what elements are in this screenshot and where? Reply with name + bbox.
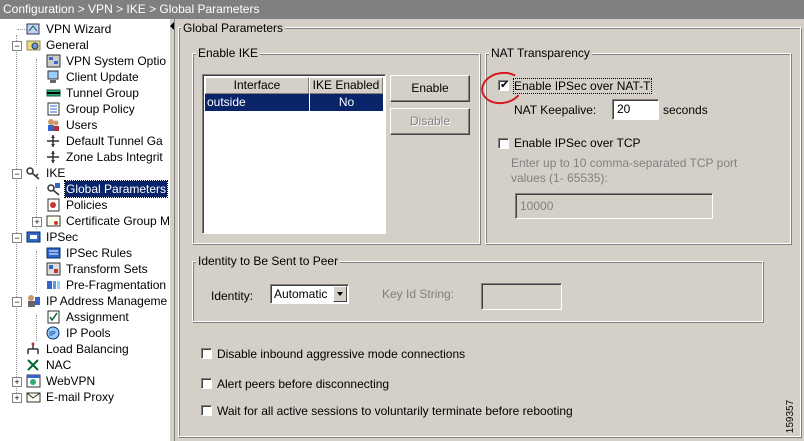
key-icon (26, 167, 40, 180)
transform-sets-icon (46, 262, 61, 276)
ipsec-over-tcp-checkbox[interactable] (498, 138, 509, 149)
disable-aggressive-mode-checkbox[interactable] (201, 348, 212, 359)
system-options-icon (46, 54, 61, 68)
disable-aggressive-mode-label[interactable]: Disable inbound aggressive mode connecti… (217, 347, 465, 361)
alert-peers-checkbox[interactable] (201, 378, 212, 389)
email-proxy-icon (26, 392, 41, 403)
wait-for-sessions-checkbox[interactable] (201, 405, 212, 416)
tunnel-group-icon (46, 89, 61, 97)
client-update-icon (47, 70, 59, 83)
svg-text:IP: IP (49, 331, 56, 338)
disable-button[interactable]: Disable (390, 108, 470, 135)
tcp-port-hint-range: values (1- 65535): (511, 171, 608, 185)
breadcrumb: Configuration > VPN > IKE > Global Param… (0, 0, 804, 19)
tcp-port-hint: Enter up to 10 comma-separated TCP port (511, 156, 738, 170)
ip-address-icon (28, 295, 40, 307)
cell-interface: outside (207, 95, 246, 109)
tree-connector (36, 251, 37, 293)
load-balancing-icon (27, 342, 39, 354)
cell-ike-enabled: No (309, 94, 383, 111)
enable-ike-legend: Enable IKE (196, 46, 261, 60)
seconds-label: seconds (663, 103, 708, 117)
wizard-icon (26, 23, 40, 35)
collapse-icon[interactable]: − (12, 41, 22, 51)
global-params-icon (47, 183, 60, 196)
collapse-icon[interactable]: − (12, 233, 22, 243)
page-title: Global Parameters (181, 21, 286, 35)
nat-transparency-legend: NAT Transparency (489, 46, 592, 60)
nat-keepalive-input[interactable]: 20 (612, 99, 659, 120)
figure-id: 159357 (785, 395, 804, 439)
column-header-interface[interactable]: Interface (205, 77, 309, 94)
webvpn-icon (26, 374, 41, 388)
zone-labs-icon (47, 151, 59, 163)
tree-connector (36, 315, 37, 341)
expand-icon[interactable]: + (12, 377, 22, 387)
tunnel-gateway-icon (47, 135, 59, 147)
identity-legend: Identity to Be Sent to Peer (196, 254, 341, 268)
enable-button[interactable]: Enable (390, 75, 470, 102)
key-id-string-input[interactable] (481, 283, 562, 310)
certificate-icon (46, 215, 61, 227)
interface-table[interactable]: Interface IKE Enabled outside No (202, 74, 386, 234)
ip-pools-icon: IP (46, 326, 60, 340)
alert-peers-label[interactable]: Alert peers before disconnecting (217, 377, 389, 391)
ipsec-icon (26, 231, 41, 243)
folder-gear-icon (26, 40, 41, 51)
identity-label: Identity: (211, 289, 254, 303)
collapse-arrow-icon[interactable] (170, 22, 174, 30)
group-policy-icon (47, 102, 60, 116)
identity-select[interactable]: Automatic (270, 284, 349, 304)
tree-connector (16, 35, 17, 399)
collapse-icon[interactable]: − (12, 169, 22, 179)
chevron-down-icon[interactable] (333, 286, 347, 302)
ipsec-nat-t-label[interactable]: Enable IPSec over NAT-T (513, 78, 652, 94)
assignment-icon (47, 310, 60, 324)
key-id-string-label: Key Id String: (382, 287, 455, 301)
identity-select-value: Automatic (274, 287, 328, 301)
nat-keepalive-label: NAT Keepalive: (514, 103, 597, 117)
collapse-icon[interactable]: − (12, 297, 22, 307)
pre-fragmentation-icon (47, 281, 60, 289)
figure-id-text: 159357 (785, 399, 797, 434)
column-header-ike-enabled[interactable]: IKE Enabled (309, 77, 383, 94)
expand-icon[interactable]: + (12, 393, 22, 403)
tree-connector (36, 59, 37, 165)
wait-for-sessions-label[interactable]: Wait for all active sessions to voluntar… (217, 404, 573, 418)
policies-icon (47, 198, 60, 212)
tcp-ports-input[interactable]: 10000 (515, 193, 713, 219)
nac-icon (27, 359, 39, 371)
navigation-tree[interactable]: − − + − − + + VPN Wizard General VPN Sys… (0, 19, 170, 441)
ipsec-over-tcp-label[interactable]: Enable IPSec over TCP (514, 136, 641, 150)
expand-icon[interactable]: + (32, 217, 42, 227)
table-row[interactable]: outside No (205, 94, 383, 111)
users-icon (48, 119, 59, 131)
ipsec-rules-icon (46, 247, 61, 259)
